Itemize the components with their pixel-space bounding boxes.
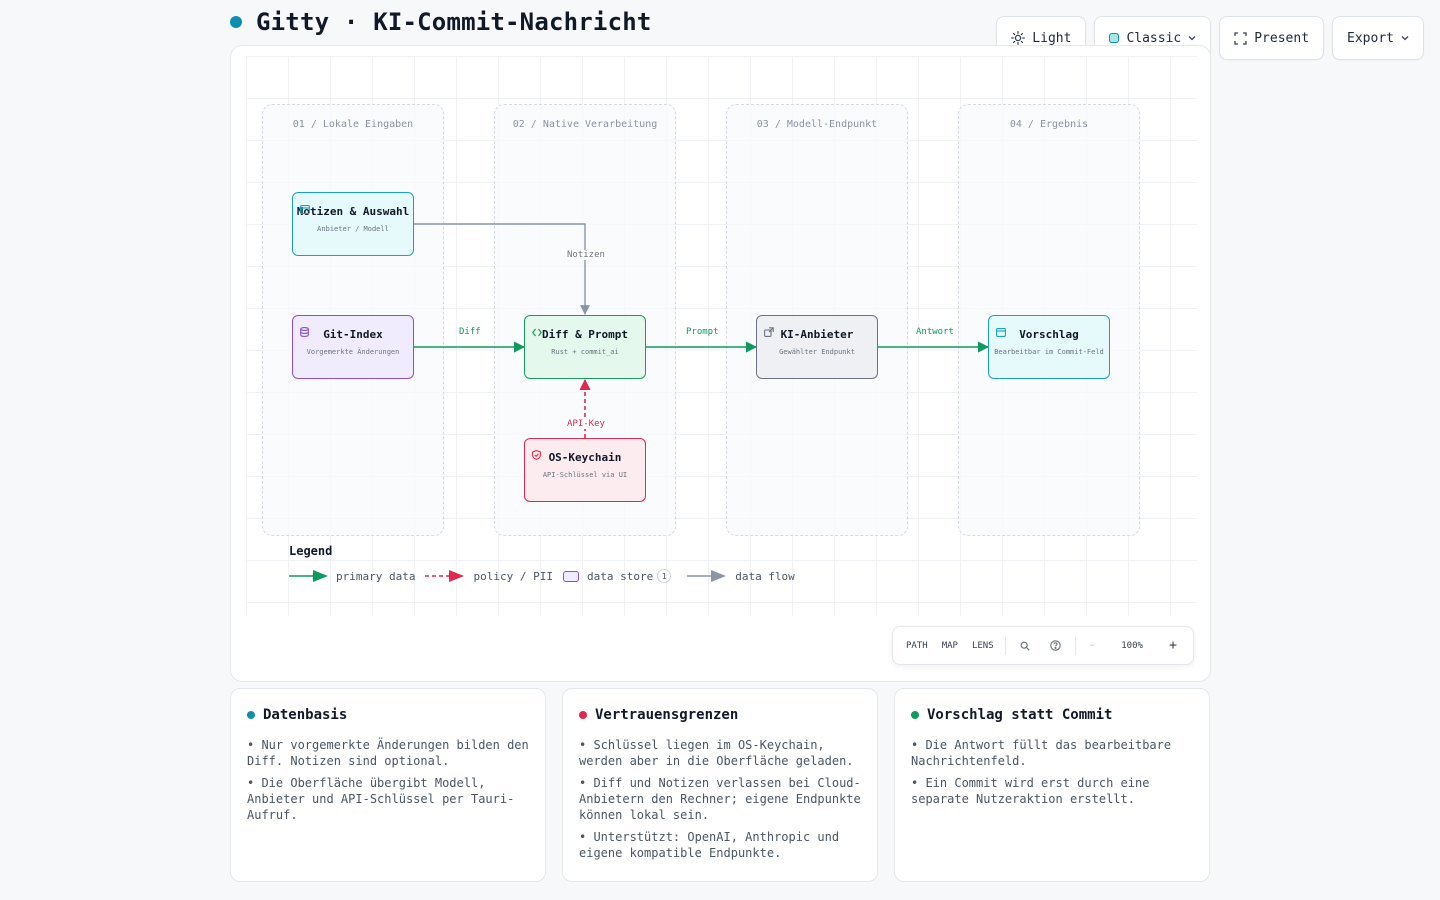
legend: Legend primary data policy / PII data st… bbox=[289, 544, 795, 584]
zoom-level: 100% bbox=[1121, 640, 1143, 651]
list-item: • Die Antwort füllt das bearbeitbare Nac… bbox=[911, 738, 1172, 768]
legend-primary-arrow bbox=[289, 569, 329, 583]
card-list: • Nur vorgemerkte Änderungen bilden den … bbox=[247, 737, 529, 823]
canvas-controls: PATH MAP LENS − 100% + bbox=[892, 626, 1194, 665]
legend-flow-label: data flow bbox=[735, 569, 795, 583]
style-swatch bbox=[1109, 33, 1120, 43]
legend-flow-arrow bbox=[687, 569, 727, 583]
card-list: • Schlüssel liegen im OS-Keychain, werde… bbox=[579, 737, 861, 861]
node-title: Diff & Prompt bbox=[541, 328, 629, 341]
edge-label-answer: Antwort bbox=[914, 327, 956, 337]
list-item: • Nur vorgemerkte Änderungen bilden den … bbox=[247, 738, 529, 768]
external-link-icon bbox=[764, 322, 774, 341]
node-notes-selection[interactable]: Notizen & Auswahl Anbieter / Modell bbox=[292, 192, 414, 256]
page-header: Gitty · KI-Commit-Nachricht bbox=[230, 6, 652, 38]
node-subtitle: Anbieter / Modell bbox=[317, 225, 389, 233]
list-item: • Diff und Notizen verlassen bei Cloud-A… bbox=[579, 776, 861, 822]
list-item: • Die Oberfläche übergibt Modell, Anbiet… bbox=[247, 776, 515, 822]
edge-label-api-key: API-Key bbox=[565, 419, 607, 429]
lens-button[interactable]: LENS bbox=[965, 641, 1001, 651]
window-icon bbox=[300, 199, 310, 218]
zoom-out-button[interactable]: − bbox=[1080, 641, 1105, 651]
theme-button-label: Light bbox=[1032, 30, 1072, 46]
edge-label-notes: Notizen bbox=[565, 250, 607, 260]
controls-divider bbox=[1074, 636, 1076, 655]
list-item: • Schlüssel liegen im OS-Keychain, werde… bbox=[579, 738, 854, 768]
page-title: Gitty · KI-Commit-Nachricht bbox=[256, 8, 652, 36]
node-title: Git-Index bbox=[323, 328, 383, 341]
legend-title: Legend bbox=[289, 544, 333, 558]
node-suggestion[interactable]: Vorschlag Bearbeitbar im Commit-Feld bbox=[988, 315, 1110, 379]
legend-primary-label: primary data bbox=[336, 569, 416, 583]
present-button-label: Present bbox=[1254, 30, 1310, 46]
card-title: Vorschlag statt Commit bbox=[927, 707, 1113, 723]
sun-icon bbox=[1011, 31, 1026, 45]
fullscreen-icon bbox=[1234, 31, 1247, 45]
card-dot bbox=[911, 711, 919, 719]
present-button[interactable]: Present bbox=[1219, 16, 1325, 60]
controls-divider bbox=[1004, 636, 1006, 655]
node-diff-prompt[interactable]: Diff & Prompt Rust + commit_ai bbox=[524, 315, 646, 379]
path-button[interactable]: PATH bbox=[899, 641, 935, 651]
card-trust-boundaries: Vertrauensgrenzen • Schlüssel liegen im … bbox=[562, 688, 878, 882]
node-subtitle: Bearbeitbar im Commit-Feld bbox=[994, 348, 1104, 356]
export-dropdown[interactable]: Export bbox=[1332, 16, 1424, 60]
list-item: • Ein Commit wird erst durch eine separa… bbox=[911, 776, 1150, 806]
legend-row: primary data policy / PII data store 1 d… bbox=[289, 568, 795, 584]
diagram-canvas[interactable]: 01 / Lokale Eingaben 02 / Native Verarbe… bbox=[230, 45, 1211, 682]
help-icon[interactable] bbox=[1040, 640, 1071, 651]
card-title: Vertrauensgrenzen bbox=[595, 707, 739, 723]
shield-icon bbox=[532, 445, 541, 464]
edge-label-diff: Diff bbox=[457, 327, 483, 337]
chevron-down-icon bbox=[1401, 35, 1409, 41]
window-icon bbox=[996, 322, 1006, 341]
style-dropdown-label: Classic bbox=[1126, 30, 1182, 46]
chevron-down-icon bbox=[1188, 35, 1196, 41]
edge-label-prompt: Prompt bbox=[684, 327, 721, 337]
node-git-index[interactable]: Git-Index Vorgemerkte Änderungen bbox=[292, 315, 414, 379]
edge-notes[interactable] bbox=[414, 223, 590, 315]
node-ai-provider[interactable]: KI-Anbieter Gewählter Endpunkt bbox=[756, 315, 878, 379]
code-icon bbox=[532, 322, 542, 341]
map-button[interactable]: MAP bbox=[935, 641, 965, 651]
title-dot bbox=[230, 16, 242, 28]
legend-store-count: 1 bbox=[657, 569, 672, 583]
legend-policy-arrow bbox=[425, 569, 465, 583]
card-dot bbox=[579, 711, 587, 719]
node-title: Vorschlag bbox=[1019, 328, 1079, 341]
card-suggestion-not-commit: Vorschlag statt Commit • Die Antwort fül… bbox=[894, 688, 1210, 882]
legend-store-swatch bbox=[562, 570, 579, 582]
node-title: KI-Anbieter bbox=[780, 328, 854, 341]
card-title: Datenbasis bbox=[263, 707, 348, 723]
search-icon[interactable] bbox=[1010, 641, 1040, 651]
card-list: • Die Antwort füllt das bearbeitbare Nac… bbox=[911, 737, 1193, 807]
export-dropdown-label: Export bbox=[1347, 30, 1394, 46]
card-header: Vertrauensgrenzen bbox=[579, 707, 861, 723]
list-item: • Unterstützt: OpenAI, Anthropic und eig… bbox=[579, 830, 840, 860]
node-title: Notizen & Auswahl bbox=[296, 205, 410, 218]
card-header: Vorschlag statt Commit bbox=[911, 707, 1193, 723]
card-header: Datenbasis bbox=[247, 707, 529, 723]
database-icon bbox=[300, 322, 309, 341]
node-subtitle: Gewählter Endpunkt bbox=[779, 348, 855, 356]
node-title: OS-Keychain bbox=[548, 451, 622, 464]
legend-policy-label: policy / PII bbox=[473, 569, 553, 583]
legend-store-label: data store bbox=[586, 569, 654, 583]
card-dot bbox=[247, 711, 255, 719]
node-subtitle: Vorgemerkte Änderungen bbox=[306, 348, 400, 356]
node-subtitle: API-Schlüssel via UI bbox=[542, 471, 628, 479]
node-subtitle: Rust + commit_ai bbox=[551, 348, 619, 356]
node-os-keychain[interactable]: OS-Keychain API-Schlüssel via UI bbox=[524, 438, 646, 502]
zoom-in-button[interactable]: + bbox=[1159, 638, 1187, 653]
card-data-basis: Datenbasis • Nur vorgemerkte Änderungen … bbox=[230, 688, 546, 882]
